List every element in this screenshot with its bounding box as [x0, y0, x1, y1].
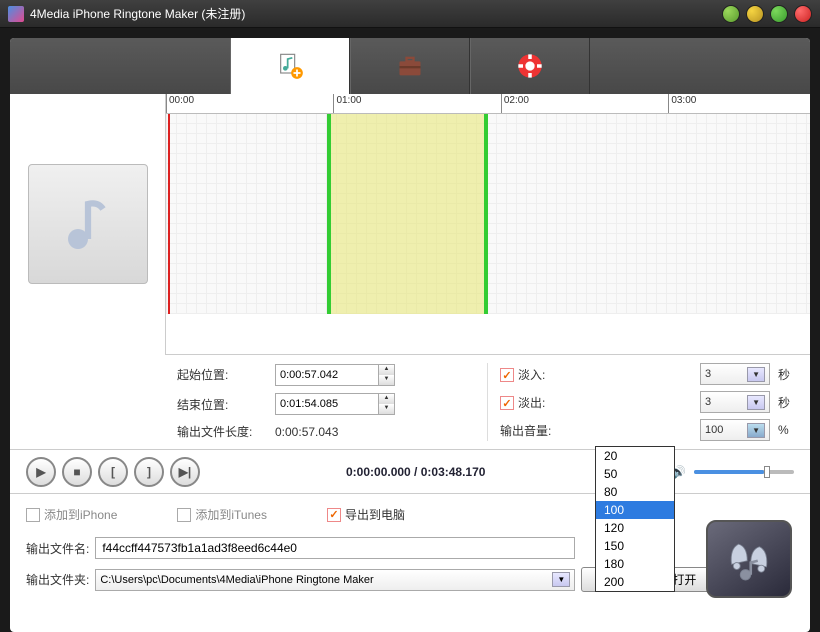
selection-start-handle[interactable] [327, 199, 331, 229]
volume-slider[interactable] [694, 470, 794, 474]
timeline[interactable]: 00:00 01:00 02:00 03:00 [165, 94, 810, 354]
spinner-down[interactable]: ▼ [379, 404, 394, 414]
playhead-marker[interactable] [168, 114, 170, 314]
spinner-up[interactable]: ▲ [379, 394, 394, 404]
briefcase-icon [396, 52, 424, 80]
add-to-iphone-checkbox[interactable] [26, 508, 40, 522]
close-button[interactable] [794, 5, 812, 23]
output-folder-select[interactable]: C:\Users\pc\Documents\4Media\iPhone Ring… [95, 569, 575, 591]
volume-option[interactable]: 150 [596, 537, 674, 555]
main-panel: 00:00 01:00 02:00 03:00 起始位置: ▲▼ 结束位置: ▲… [10, 38, 810, 632]
maximize-button[interactable] [770, 5, 788, 23]
preview-button[interactable]: ▶| [170, 457, 200, 487]
time-ruler: 00:00 01:00 02:00 03:00 [166, 94, 810, 114]
set-start-button[interactable]: [ [98, 457, 128, 487]
timeline-area: 00:00 01:00 02:00 03:00 [10, 94, 810, 354]
volume-option[interactable]: 180 [596, 555, 674, 573]
selection-end-handle[interactable] [484, 199, 488, 229]
ruler-tick: 03:00 [668, 94, 696, 113]
waveform-area[interactable] [166, 114, 810, 314]
seconds-unit: 秒 [778, 394, 798, 411]
create-ringtone-button[interactable] [706, 520, 792, 598]
spinner-up[interactable]: ▲ [379, 365, 394, 375]
minimize-button[interactable] [746, 5, 764, 23]
chevron-down-icon: ▼ [747, 423, 765, 438]
output-filename-input[interactable] [95, 537, 575, 559]
app-icon [8, 6, 24, 22]
fade-in-select[interactable]: 3▼ [700, 363, 770, 385]
music-note-icon [58, 194, 118, 254]
output-length-label: 输出文件长度: [177, 423, 267, 440]
playback-controls: ▶ ■ [ ] ▶| 0:00:00.000 / 0:03:48.170 🔊 [10, 449, 810, 493]
ruler-tick: 00:00 [166, 94, 194, 113]
toolbar [10, 38, 810, 94]
output-length-value: 0:00:57.043 [275, 425, 405, 439]
parameters-row: 起始位置: ▲▼ 结束位置: ▲▼ 输出文件长度: 0:00:57.043 淡入… [165, 354, 810, 449]
time-display: 0:00:00.000 / 0:03:48.170 [346, 465, 485, 479]
output-area: 添加到iPhone 添加到iTunes 导出到电脑 输出文件名: 输出文件夹: … [10, 493, 810, 612]
chevron-down-icon: ▼ [747, 367, 765, 382]
bells-icon [721, 531, 777, 587]
volume-option[interactable]: 50 [596, 465, 674, 483]
fade-out-select[interactable]: 3▼ [700, 391, 770, 413]
volume-option[interactable]: 80 [596, 483, 674, 501]
start-position-label: 起始位置: [177, 366, 267, 383]
percent-unit: % [778, 423, 798, 437]
export-to-pc-label: 导出到电脑 [345, 506, 405, 523]
window-title: 4Media iPhone Ringtone Maker (未注册) [30, 5, 716, 22]
volume-option[interactable]: 20 [596, 447, 674, 465]
seconds-unit: 秒 [778, 366, 798, 383]
stop-button[interactable]: ■ [62, 457, 92, 487]
volume-option[interactable]: 120 [596, 519, 674, 537]
tab-help[interactable] [470, 38, 590, 94]
play-button[interactable]: ▶ [26, 457, 56, 487]
ruler-tick: 02:00 [501, 94, 529, 113]
output-volume-select[interactable]: 100▼ [700, 419, 770, 441]
fade-in-checkbox[interactable] [500, 368, 514, 382]
output-folder-label: 输出文件夹: [26, 571, 89, 588]
output-volume-label: 输出音量: [500, 422, 624, 439]
add-to-itunes-label: 添加到iTunes [195, 506, 267, 523]
titlebar: 4Media iPhone Ringtone Maker (未注册) [0, 0, 820, 28]
output-filename-label: 输出文件名: [26, 540, 89, 557]
volume-dropdown-list[interactable]: 205080100120150180200 [595, 446, 675, 592]
fade-out-checkbox[interactable] [500, 396, 514, 410]
start-position-input[interactable]: ▲▼ [275, 364, 395, 386]
fade-out-label: 淡出: [518, 396, 545, 410]
selection-range[interactable] [327, 114, 488, 314]
set-end-button[interactable]: ] [134, 457, 164, 487]
volume-option[interactable]: 100 [596, 501, 674, 519]
volume-option[interactable]: 200 [596, 573, 674, 591]
lifebuoy-icon [516, 52, 544, 80]
file-thumbnail [28, 164, 148, 284]
tab-library[interactable] [350, 38, 470, 94]
music-add-icon [276, 52, 304, 80]
end-position-input[interactable]: ▲▼ [275, 393, 395, 415]
help-button[interactable] [722, 5, 740, 23]
export-to-pc-checkbox[interactable] [327, 508, 341, 522]
fade-in-label: 淡入: [518, 368, 545, 382]
ruler-tick: 01:00 [333, 94, 361, 113]
spinner-down[interactable]: ▼ [379, 375, 394, 385]
thumbnail-column [10, 94, 165, 354]
add-to-iphone-label: 添加到iPhone [44, 506, 117, 523]
chevron-down-icon: ▼ [552, 572, 570, 587]
add-to-itunes-checkbox[interactable] [177, 508, 191, 522]
end-position-label: 结束位置: [177, 396, 267, 413]
tab-add-file[interactable] [230, 38, 350, 94]
chevron-down-icon: ▼ [747, 395, 765, 410]
